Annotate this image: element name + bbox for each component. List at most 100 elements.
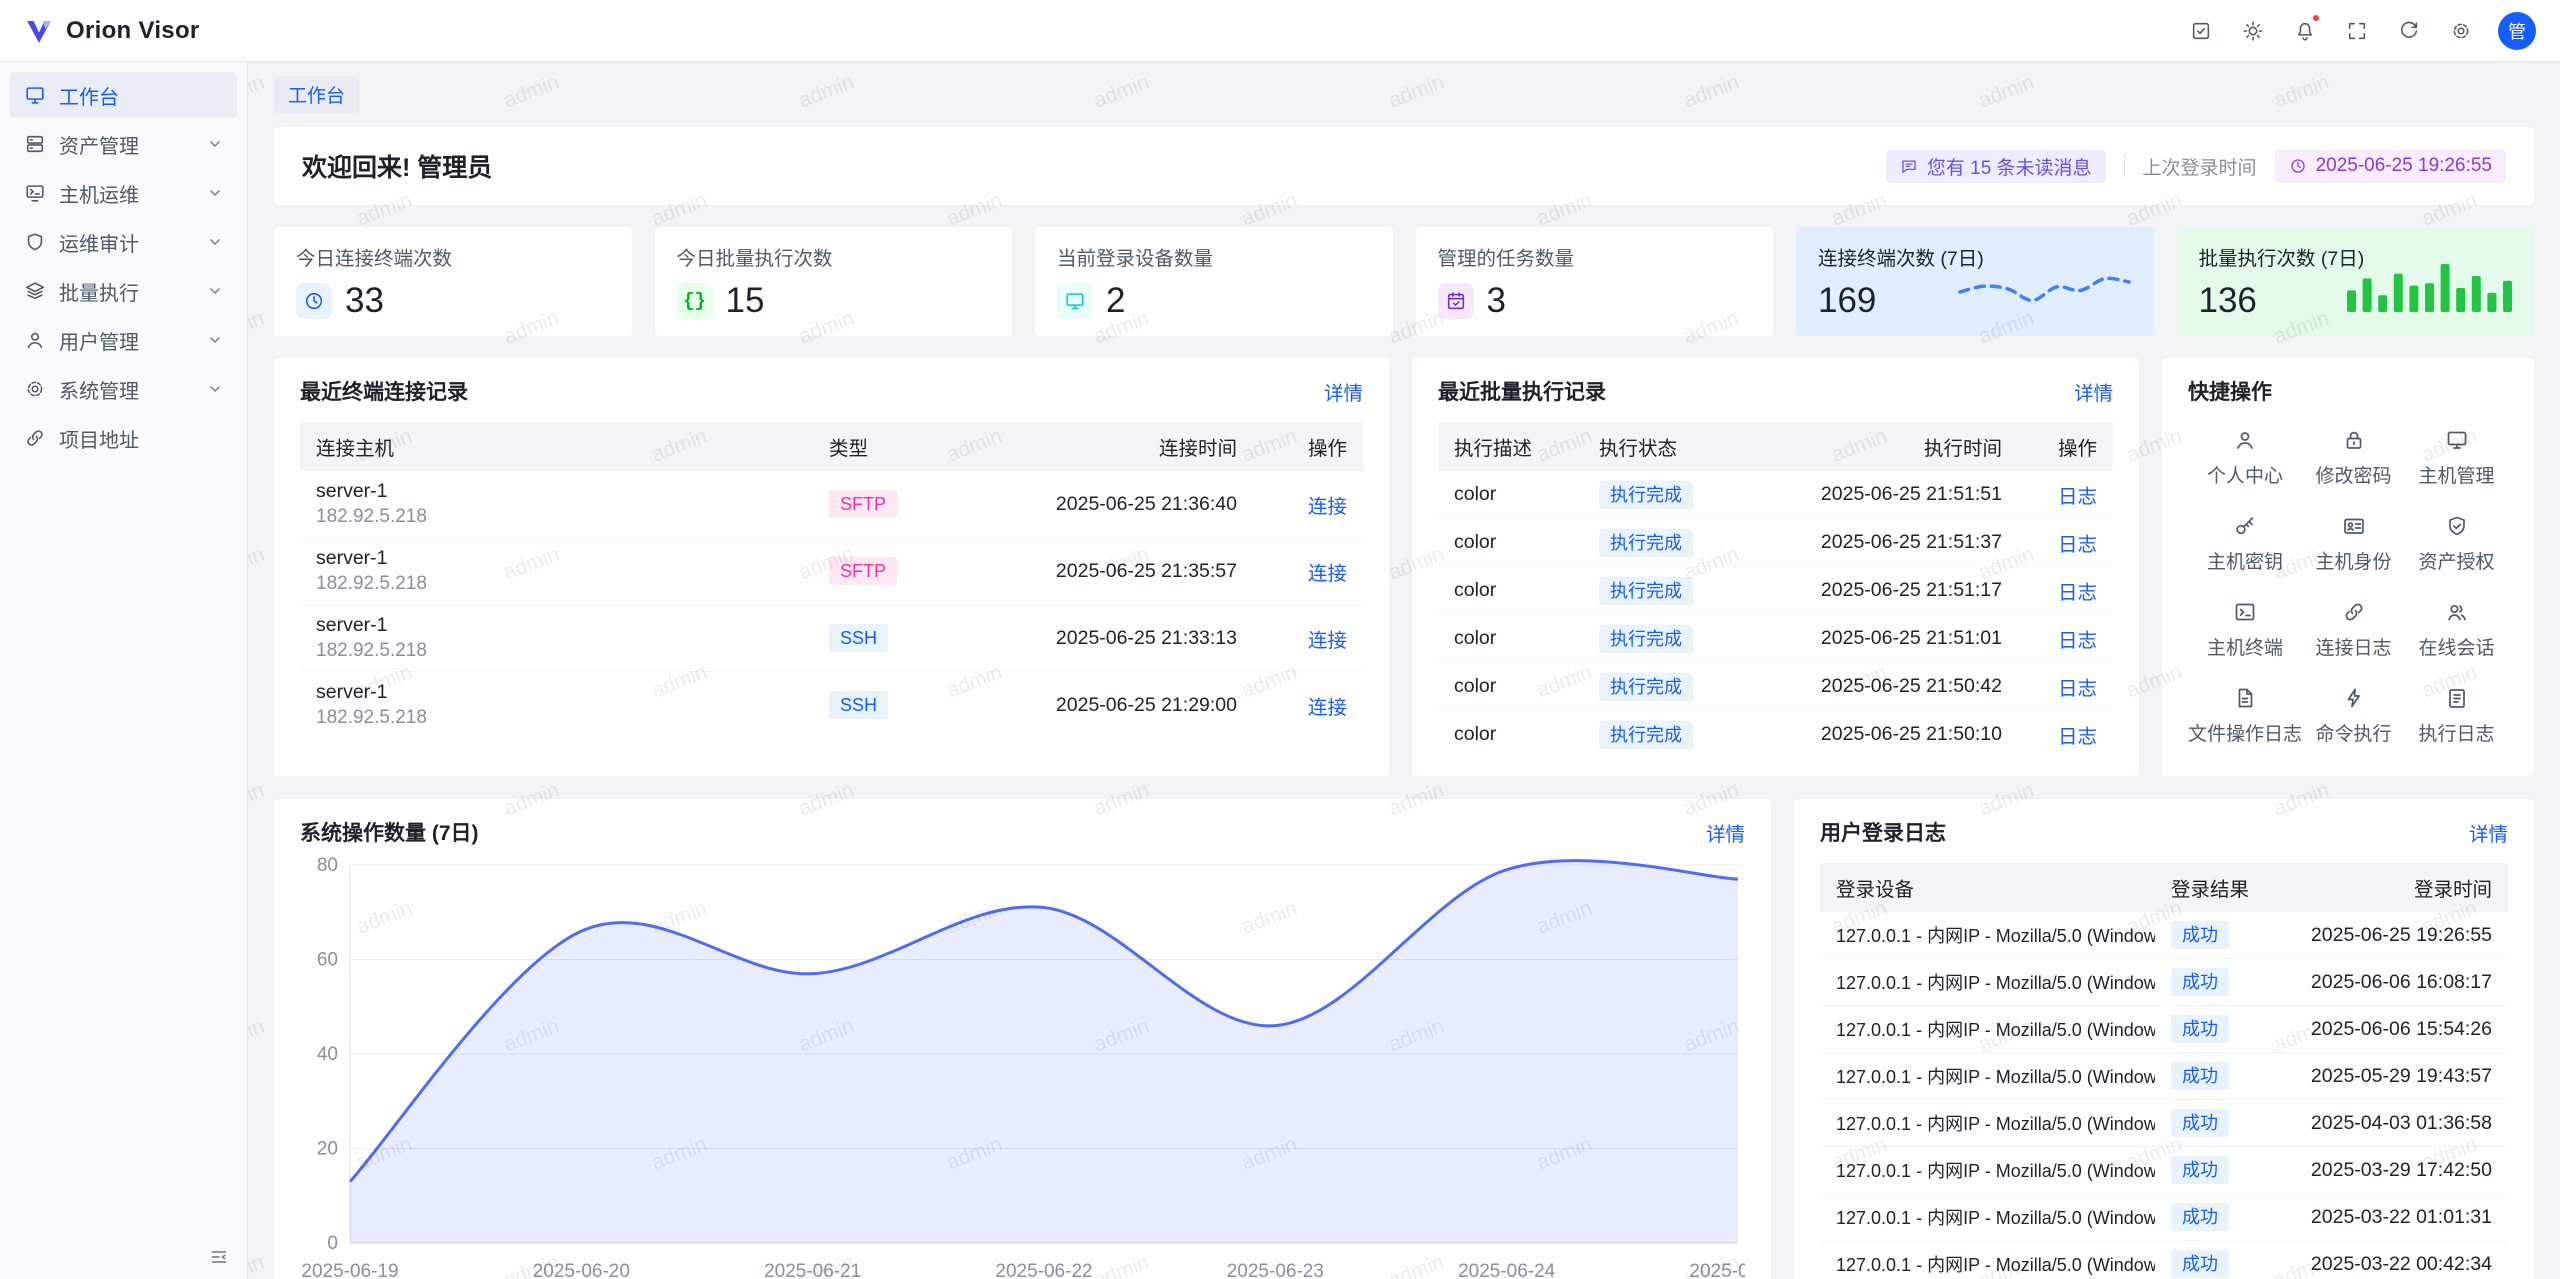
sidebar-item-host-ops[interactable]: 主机运维 — [10, 170, 237, 216]
sidebar-item-project-link[interactable]: 项目地址 — [10, 415, 237, 461]
sidebar-item-label: 工作台 — [59, 81, 119, 110]
chevron-down-icon — [207, 136, 223, 152]
svg-text:20: 20 — [317, 1139, 338, 1160]
log-link[interactable]: 日志 — [2058, 486, 2097, 508]
command-exec-icon — [2342, 686, 2366, 710]
refresh-icon[interactable] — [2388, 10, 2430, 52]
connections-table: 连接主机 类型 连接时间 操作 server-1182.92.5.218 SFT… — [300, 422, 1363, 738]
type-badge: SSH — [829, 691, 888, 719]
sidebar-item-batch[interactable]: 批量执行 — [10, 268, 237, 314]
link-icon — [24, 427, 46, 449]
svg-text:80: 80 — [317, 855, 338, 876]
settings-gear-icon[interactable] — [2440, 10, 2482, 52]
quick-action-change-password[interactable]: 修改密码 — [2302, 428, 2405, 488]
sidebar-item-label: 项目地址 — [59, 424, 139, 453]
status-badge: 执行完成 — [1599, 721, 1693, 749]
sidebar-item-users[interactable]: 用户管理 — [10, 317, 237, 363]
login-log-detail-link[interactable]: 详情 — [2469, 818, 2508, 847]
sidebar-item-workbench[interactable]: 工作台 — [10, 72, 237, 118]
quick-action-personal-center[interactable]: 个人中心 — [2188, 428, 2302, 488]
theme-sun-icon[interactable] — [2232, 10, 2274, 52]
fullscreen-icon[interactable] — [2336, 10, 2378, 52]
user-avatar[interactable]: 管 — [2498, 12, 2536, 50]
connect-link[interactable]: 连接 — [1308, 630, 1347, 652]
result-badge: 成功 — [2171, 1109, 2229, 1137]
log-link[interactable]: 日志 — [2058, 534, 2097, 556]
result-badge: 成功 — [2171, 1015, 2229, 1043]
result-badge: 成功 — [2171, 921, 2229, 949]
chevron-down-icon — [207, 332, 223, 348]
stats-row: 今日连接终端次数 33 今日批量执行次数 {} 15 当前登录设备数量 2 — [274, 227, 2534, 336]
sidebar-collapse-icon[interactable] — [209, 1247, 229, 1267]
users-icon — [24, 329, 46, 351]
log-link[interactable]: 日志 — [2058, 726, 2097, 748]
result-badge: 成功 — [2171, 1203, 2229, 1231]
quick-action-asset-grant[interactable]: 资产授权 — [2405, 514, 2508, 574]
batch-layers-icon — [24, 280, 46, 302]
exec-log-icon — [2445, 686, 2469, 710]
quick-action-connection-log[interactable]: 连接日志 — [2302, 600, 2405, 660]
batch-7d-sparkline — [2347, 260, 2512, 312]
status-badge: 执行完成 — [1599, 625, 1693, 653]
stat-card-terminal-today: 今日连接终端次数 33 — [274, 227, 632, 336]
table-row: server-1182.92.5.218 SSH 2025-06-25 21:2… — [300, 672, 1363, 739]
unread-messages-badge[interactable]: 您有 15 条未读消息 — [1886, 150, 2106, 183]
svg-text:2025-06-23: 2025-06-23 — [1227, 1261, 1324, 1279]
batch-detail-link[interactable]: 详情 — [2074, 377, 2113, 406]
quick-action-host-key[interactable]: 主机密钥 — [2188, 514, 2302, 574]
quick-action-file-log[interactable]: 文件操作日志 — [2188, 686, 2302, 746]
quick-action-command-exec[interactable]: 命令执行 — [2302, 686, 2405, 746]
svg-text:2025-06-20: 2025-06-20 — [533, 1261, 630, 1279]
main-content: 工作台 欢迎回来! 管理员 您有 15 条未读消息 上次登录时间 2025-06… — [248, 62, 2560, 1279]
clock-icon — [296, 283, 332, 319]
batch-table: 执行描述 执行状态 执行时间 操作 color 执行完成 2025-06-25 … — [1438, 422, 2113, 758]
breadcrumb-item-workbench[interactable]: 工作台 — [274, 76, 359, 113]
sidebar-item-label: 系统管理 — [59, 375, 139, 404]
notification-dot — [2311, 13, 2321, 23]
log-link[interactable]: 日志 — [2058, 582, 2097, 604]
table-row: color 执行完成 2025-06-25 21:50:42 日志 — [1438, 663, 2113, 711]
log-link[interactable]: 日志 — [2058, 630, 2097, 652]
ops-detail-link[interactable]: 详情 — [1706, 818, 1745, 847]
svg-text:2025-06-21: 2025-06-21 — [764, 1261, 861, 1279]
svg-text:40: 40 — [317, 1044, 338, 1065]
quick-action-host-identity[interactable]: 主机身份 — [2302, 514, 2405, 574]
result-badge: 成功 — [2171, 1062, 2229, 1090]
stat-card-devices: 当前登录设备数量 2 — [1035, 227, 1393, 336]
chevron-down-icon — [207, 234, 223, 250]
file-log-icon — [2233, 686, 2257, 710]
quick-action-online-session[interactable]: 在线会话 — [2405, 600, 2508, 660]
sidebar-item-system[interactable]: 系统管理 — [10, 366, 237, 412]
connections-detail-link[interactable]: 详情 — [1324, 377, 1363, 406]
app-title: Orion Visor — [66, 17, 200, 45]
user-icon — [2233, 428, 2257, 452]
sidebar-item-audit[interactable]: 运维审计 — [10, 219, 237, 265]
last-login-time-badge: 2025-06-25 19:26:55 — [2275, 150, 2506, 183]
connect-link[interactable]: 连接 — [1308, 496, 1347, 518]
chevron-down-icon — [207, 283, 223, 299]
svg-text:0: 0 — [327, 1233, 338, 1254]
svg-text:2025-06-25: 2025-06-25 — [1689, 1261, 1745, 1279]
connect-link[interactable]: 连接 — [1308, 563, 1347, 585]
connect-link[interactable]: 连接 — [1308, 697, 1347, 719]
svg-text:2025-06-24: 2025-06-24 — [1458, 1261, 1556, 1279]
table-row: color 执行完成 2025-06-25 21:51:37 日志 — [1438, 519, 2113, 567]
quick-action-host-terminal[interactable]: 主机终端 — [2188, 600, 2302, 660]
middle-row: 最近终端连接记录 详情 连接主机 类型 连接时间 操作 server-1182.… — [274, 358, 2534, 776]
table-row: 127.0.0.1 - 内网IP - Mozilla/5.0 (Windows … — [1820, 959, 2508, 1006]
sidebar-item-label: 资产管理 — [59, 130, 139, 159]
chevron-down-icon — [207, 185, 223, 201]
status-badge: 执行完成 — [1599, 481, 1693, 509]
notifications-bell-icon[interactable] — [2284, 10, 2326, 52]
quick-action-exec-log[interactable]: 执行日志 — [2405, 686, 2508, 746]
connection-log-icon — [2342, 600, 2366, 624]
tasks-icon[interactable] — [2180, 10, 2222, 52]
bottom-row: 系统操作数量 (7日) 详情 0204060802025-06-192025-0… — [274, 799, 2534, 1279]
table-row: 127.0.0.1 - 内网IP - Mozilla/5.0 (Windows … — [1820, 1053, 2508, 1100]
stat-card-batch-7d: 批量执行次数 (7日) 136 — [2177, 227, 2535, 336]
quick-action-host-manage[interactable]: 主机管理 — [2405, 428, 2508, 488]
dashboard-icon — [24, 84, 46, 106]
log-link[interactable]: 日志 — [2058, 678, 2097, 700]
type-badge: SSH — [829, 624, 888, 652]
sidebar-item-assets[interactable]: 资产管理 — [10, 121, 237, 167]
